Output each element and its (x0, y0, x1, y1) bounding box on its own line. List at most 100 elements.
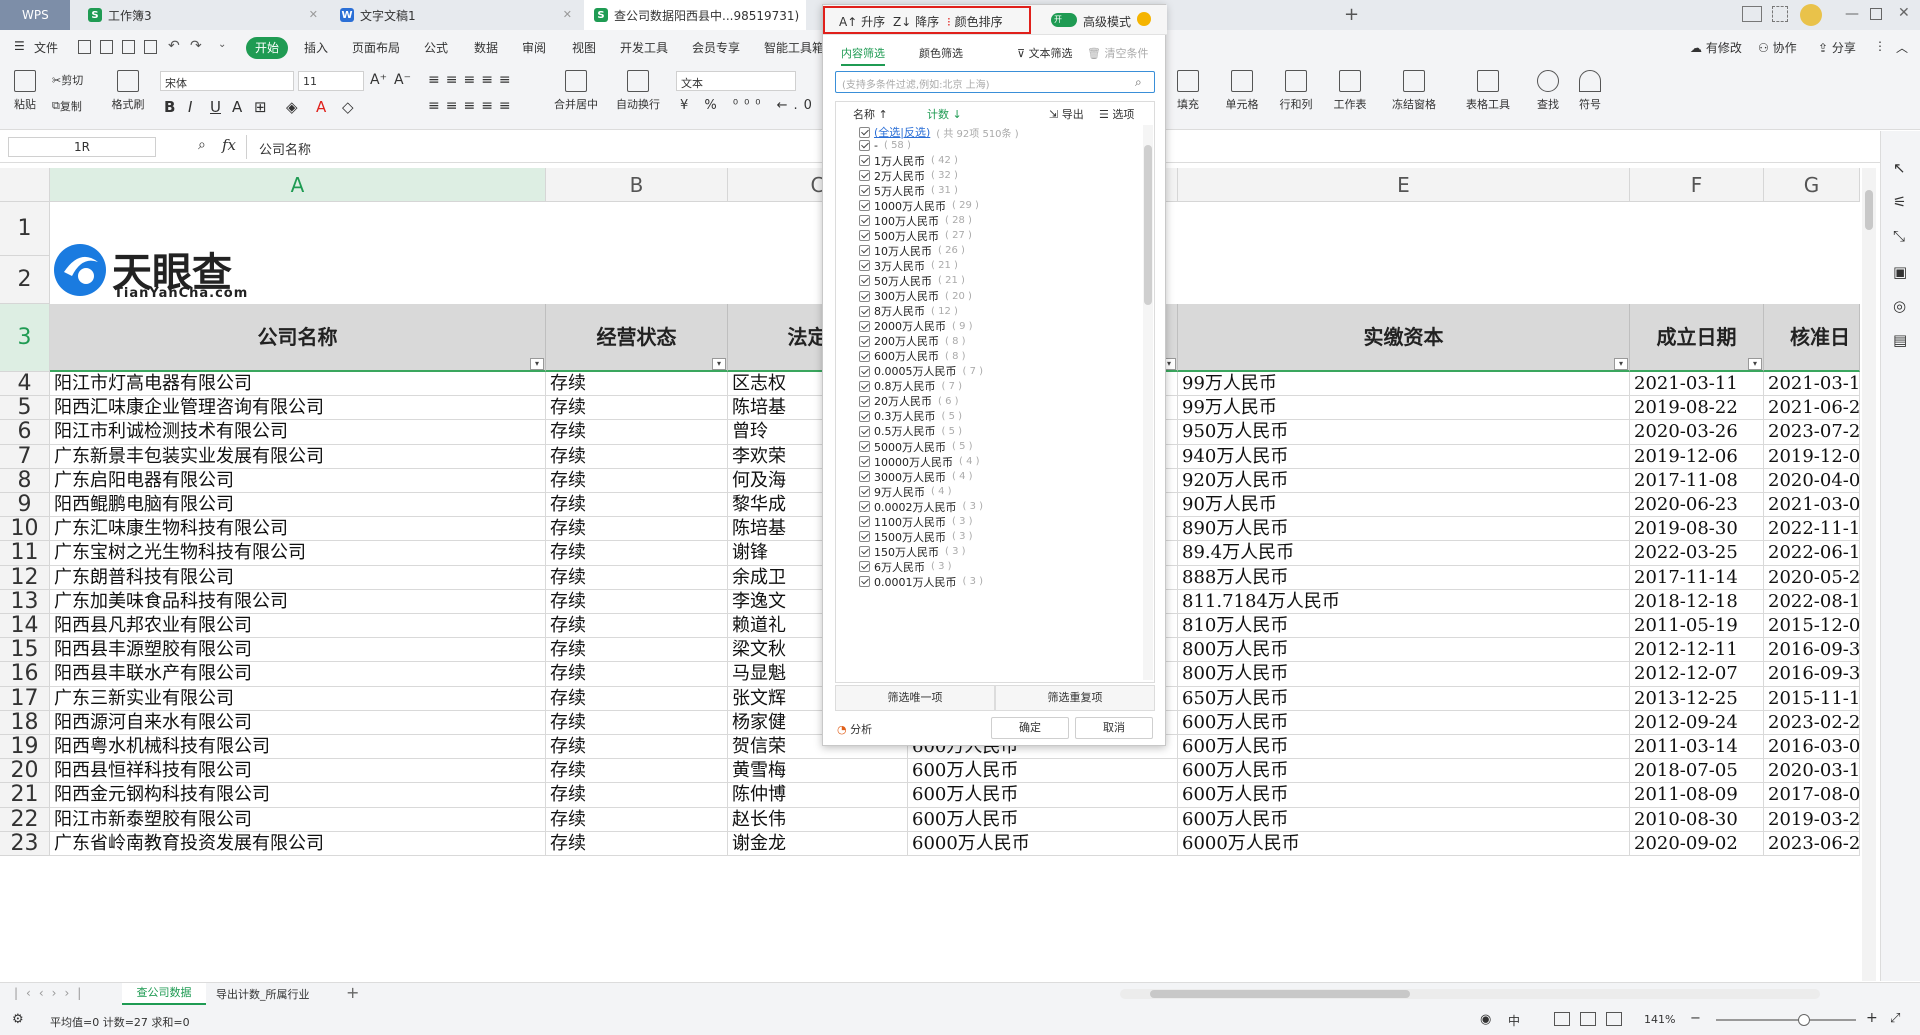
export-icon[interactable] (100, 40, 113, 54)
close-icon[interactable]: ✕ (563, 8, 572, 21)
checkbox-checked-icon[interactable] (859, 320, 870, 332)
checkbox-checked-icon[interactable] (859, 155, 870, 167)
cell-approval-date[interactable]: 2015-12-08 (1764, 614, 1860, 639)
filter-list-item[interactable]: 8万人民币 ( 12 ) (859, 304, 958, 319)
tab-content-filter[interactable]: 内容筛选 (841, 45, 885, 66)
row-header[interactable]: 11 (0, 541, 50, 566)
filter-list-item[interactable]: 0.0001万人民币 ( 3 ) (859, 574, 983, 589)
row-header[interactable]: 16 (0, 662, 50, 687)
row-header[interactable]: 5 (0, 395, 50, 421)
cell-status[interactable]: 存续 (546, 517, 728, 542)
collaborate-button[interactable]: ⚇ 协作 (1758, 39, 1797, 56)
fx-icon[interactable]: fx (222, 136, 236, 154)
filter-list-item[interactable]: -( 58 ) (859, 138, 911, 153)
select-all-corner[interactable] (0, 168, 50, 202)
cell-approval-date[interactable]: 2020-03-19 (1764, 759, 1860, 784)
menu-data[interactable]: 数据 (474, 39, 498, 56)
cell-company-name[interactable]: 广东新景丰包装实业发展有限公司 (50, 444, 546, 469)
filter-list-item[interactable]: 0.8万人民币 ( 7 ) (859, 379, 962, 394)
border-icon[interactable]: ⊞ (254, 98, 267, 116)
cell-status[interactable]: 存续 (546, 759, 728, 784)
checkbox-checked-icon[interactable] (859, 200, 870, 212)
filter-dropdown-f[interactable]: ▾ (1748, 358, 1762, 370)
cell-company-name[interactable]: 阳江市新泰塑胶有限公司 (50, 807, 546, 832)
text-filter-button[interactable]: ⊽ 文本筛选 (1017, 45, 1073, 61)
cell-legal-rep[interactable]: 谢金龙 (728, 831, 908, 856)
italic-icon[interactable]: I (188, 98, 192, 116)
share-button[interactable]: ⇪ 分享 (1818, 39, 1856, 56)
cell-company-name[interactable]: 阳西县丰联水产有限公司 (50, 662, 546, 687)
zoom-level[interactable]: 141% (1644, 1013, 1675, 1026)
page-layout-view-icon[interactable] (1580, 1012, 1596, 1026)
cell-paid-capital[interactable]: 920万人民币 (1178, 468, 1630, 493)
row-header-1[interactable]: 1 (0, 202, 50, 256)
cell-registered-capital[interactable]: 600万人民币 (908, 759, 1178, 784)
number-format-select[interactable]: 文本 (676, 71, 796, 91)
cell-status[interactable]: 存续 (546, 420, 728, 445)
cell-established-date[interactable]: 2020-06-23 (1630, 493, 1764, 518)
cell-paid-capital[interactable]: 890万人民币 (1178, 517, 1630, 542)
checkbox-checked-icon[interactable] (859, 350, 870, 362)
tab-document1[interactable]: W 文字文稿1 ✕ (330, 0, 582, 30)
cell-status[interactable]: 存续 (546, 662, 728, 687)
cell-approval-date[interactable]: 2019-12-06 (1764, 444, 1860, 469)
column-header-g[interactable]: G (1764, 168, 1860, 202)
checkbox-checked-icon[interactable] (859, 561, 870, 573)
number-format-icons[interactable]: ¥ % ⁰⁰⁰ ←.0 (680, 98, 818, 113)
clear-conditions-button[interactable]: 🗑 清空条件 (1087, 45, 1148, 61)
filter-list-item[interactable]: 1万人民币 ( 42 ) (859, 153, 958, 168)
underline-icon[interactable]: U (210, 98, 221, 116)
input-method-icon[interactable]: 中 (1508, 1012, 1520, 1029)
sort-by-count-button[interactable]: 计数 ↓ (927, 106, 962, 122)
font-size-select[interactable]: 11 (298, 71, 364, 91)
cut-button[interactable]: ✂ 剪切 (52, 72, 83, 88)
cell-company-name[interactable]: 阳江市灯高电器有限公司 (50, 372, 546, 397)
macro-icon[interactable]: ⚙ (12, 1012, 24, 1027)
filter-list-item[interactable]: 500万人民币 ( 27 ) (859, 228, 972, 243)
checkbox-checked-icon[interactable] (859, 501, 870, 513)
cell-company-name[interactable]: 广东加美味食品科技有限公司 (50, 589, 546, 614)
cell-approval-date[interactable]: 2017-08-02 (1764, 783, 1860, 808)
row-header[interactable]: 22 (0, 807, 50, 832)
page-break-view-icon[interactable] (1606, 1012, 1622, 1026)
tab-company-data[interactable]: S 查公司数据阳西县中...98519731) (584, 0, 806, 30)
cell-approval-date[interactable]: 2022-08-17 (1764, 589, 1860, 614)
checkbox-checked-icon[interactable] (859, 441, 870, 453)
checkbox-checked-icon[interactable] (859, 471, 870, 483)
filter-list-item[interactable]: 150万人民币 ( 3 ) (859, 544, 966, 559)
row-header[interactable]: 12 (0, 565, 50, 590)
checkbox-checked-icon[interactable] (859, 365, 870, 377)
cancel-button[interactable]: 取消 (1075, 717, 1153, 739)
checkbox-checked-icon[interactable] (859, 380, 870, 392)
row-header[interactable]: 18 (0, 710, 50, 735)
cell-approval-date[interactable]: 2016-03-04 (1764, 735, 1860, 760)
print-icon[interactable] (122, 40, 135, 54)
filter-list-item[interactable]: 0.0005万人民币 ( 7 ) (859, 364, 983, 379)
undo-icon[interactable]: ↶ (168, 38, 180, 54)
fill-button[interactable]: 填充 (1160, 70, 1216, 112)
cell-status[interactable]: 存续 (546, 735, 728, 760)
fullscreen-icon[interactable]: ⤢ (1890, 1011, 1900, 1026)
filter-list-item[interactable]: 5000万人民币 ( 5 ) (859, 439, 973, 454)
column-header-f[interactable]: F (1630, 168, 1764, 202)
search-icon[interactable]: ⌕ (1135, 75, 1142, 90)
cell-status[interactable]: 存续 (546, 614, 728, 639)
row-header[interactable]: 8 (0, 468, 50, 493)
filter-list-item[interactable]: 0.5万人民币 ( 5 ) (859, 424, 962, 439)
cell-company-name[interactable]: 阳江市利诚检测技术有限公司 (50, 420, 546, 445)
filter-list-item[interactable]: 300万人民币 ( 20 ) (859, 289, 972, 304)
cell-established-date[interactable]: 2020-03-26 (1630, 420, 1764, 445)
strikethrough-icon[interactable]: A (232, 98, 242, 116)
zoom-slider-thumb[interactable] (1798, 1014, 1810, 1026)
checkbox-checked-icon[interactable] (859, 275, 870, 287)
cell-status[interactable]: 存续 (546, 686, 728, 711)
checkbox-checked-icon[interactable] (859, 410, 870, 422)
cell-established-date[interactable]: 2011-08-09 (1630, 783, 1764, 808)
cell-established-date[interactable]: 2017-11-08 (1630, 468, 1764, 493)
vertical-scroll-thumb[interactable] (1865, 190, 1873, 230)
file-menu[interactable]: 文件 (34, 39, 58, 56)
options-button[interactable]: ☰ 选项 (1099, 106, 1134, 122)
filter-list-item[interactable]: 200万人民币 ( 8 ) (859, 334, 966, 349)
horizontal-scroll-thumb[interactable] (1150, 990, 1410, 998)
cell-company-name[interactable]: 广东朗普科技有限公司 (50, 565, 546, 590)
